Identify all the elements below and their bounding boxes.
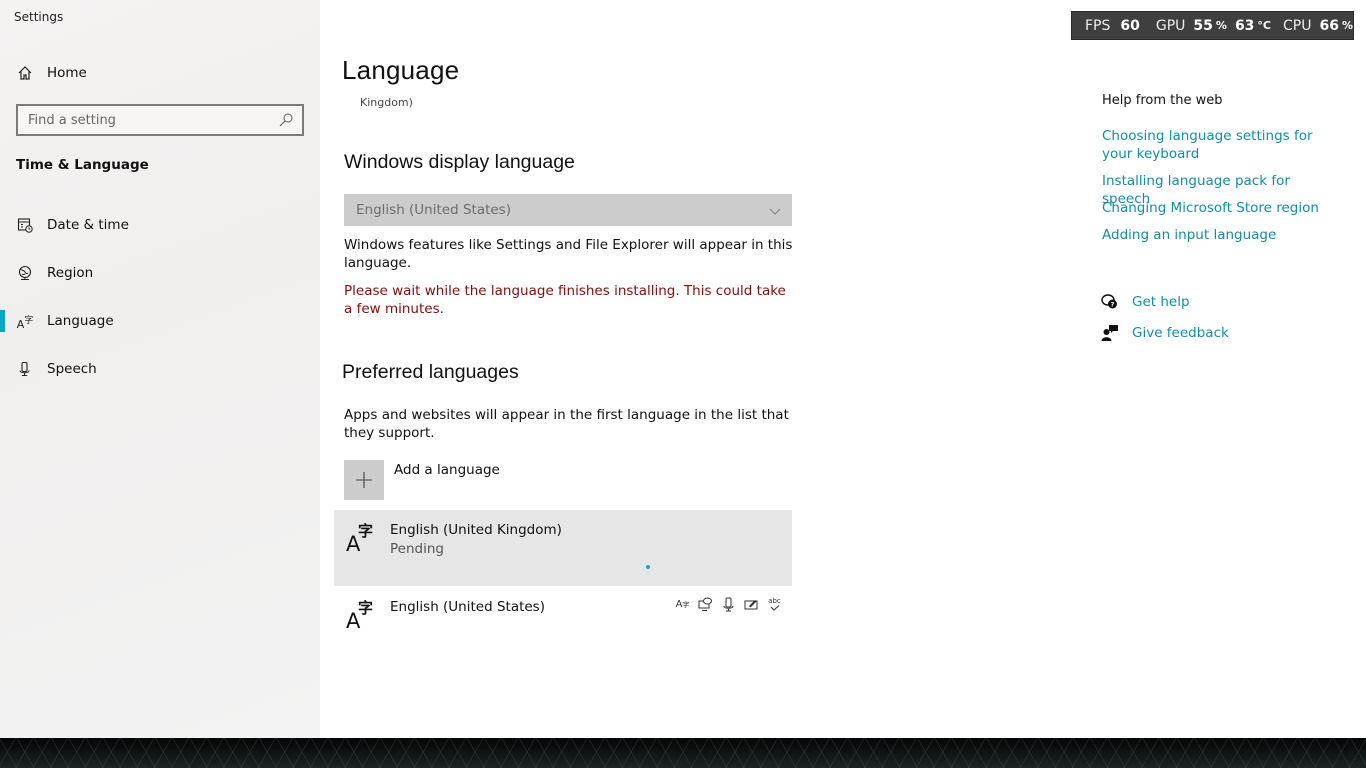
help-link-input-language[interactable]: Adding an input language bbox=[1102, 226, 1342, 244]
app-title: Settings bbox=[14, 10, 64, 24]
text-to-speech-icon bbox=[698, 597, 713, 612]
sidebar-item-home[interactable]: Home bbox=[0, 53, 320, 93]
search-input[interactable] bbox=[18, 106, 268, 134]
speech-recognition-icon bbox=[721, 597, 736, 612]
get-help-link[interactable]: ? Get help bbox=[1100, 291, 1190, 313]
add-language-label: Add a language bbox=[394, 462, 500, 478]
search-icon[interactable] bbox=[278, 112, 294, 128]
chevron-down-icon bbox=[768, 203, 782, 217]
give-feedback-label: Give feedback bbox=[1132, 325, 1229, 341]
language-item-en-gb[interactable]: A字 English (United Kingdom) Pending bbox=[334, 510, 792, 586]
main-content: Language Kingdom) Windows display langua… bbox=[320, 0, 1366, 738]
language-item-en-us[interactable]: A字 English (United States) A字 abc bbox=[334, 587, 792, 663]
taskbar bbox=[0, 738, 1366, 768]
sidebar-item-date-time[interactable]: Date & time bbox=[0, 205, 320, 245]
display-language-icon: A字 bbox=[675, 599, 690, 610]
help-link-keyboard[interactable]: Choosing language settings for your keyb… bbox=[1102, 127, 1342, 163]
give-feedback-link[interactable]: Give feedback bbox=[1100, 322, 1229, 344]
fps-value: 60 bbox=[1120, 17, 1140, 34]
dropdown-value: English (United States) bbox=[356, 202, 511, 218]
language-name: English (United Kingdom) bbox=[390, 522, 562, 538]
sidebar-item-region[interactable]: Region bbox=[0, 253, 320, 293]
language-icon: A字 bbox=[346, 599, 374, 633]
microphone-icon bbox=[16, 360, 34, 378]
add-language-button[interactable]: Add a language bbox=[344, 460, 764, 500]
gpu-label: GPU bbox=[1155, 17, 1186, 34]
page-subtitle: Kingdom) bbox=[360, 96, 413, 109]
install-warning: Please wait while the language finishes … bbox=[344, 283, 786, 317]
plus-icon bbox=[344, 460, 384, 500]
language-name: English (United States) bbox=[390, 599, 545, 615]
fps-label: FPS bbox=[1085, 17, 1111, 34]
sidebar-item-label: Date & time bbox=[47, 217, 129, 233]
spell-check-icon: abc bbox=[767, 597, 782, 612]
section-title: Time & Language bbox=[16, 157, 149, 173]
svg-text:?: ? bbox=[1111, 301, 1115, 309]
feedback-icon bbox=[1100, 323, 1120, 343]
language-features: A字 abc bbox=[675, 597, 782, 612]
search-box[interactable] bbox=[16, 104, 304, 136]
progress-indicator bbox=[646, 565, 650, 569]
language-icon: A字 bbox=[16, 315, 34, 331]
cpu-usage-value: 66 bbox=[1319, 17, 1339, 34]
display-language-heading: Windows display language bbox=[344, 151, 575, 173]
sidebar-item-label: Speech bbox=[47, 361, 97, 377]
performance-overlay: FPS 60 GPU 55 % 63 °C CPU 66 % bbox=[1071, 11, 1354, 40]
preferred-languages-heading: Preferred languages bbox=[342, 361, 519, 383]
cpu-label: CPU bbox=[1283, 17, 1312, 34]
sidebar-item-language[interactable]: A字 Language bbox=[0, 301, 320, 341]
sidebar-item-speech[interactable]: Speech bbox=[0, 349, 320, 389]
language-status: Pending bbox=[390, 541, 444, 557]
gpu-temp-value: 63 bbox=[1234, 17, 1255, 34]
gpu-usage-value: 55 bbox=[1193, 17, 1213, 34]
sidebar-item-label: Home bbox=[47, 65, 87, 81]
gpu-usage-unit: % bbox=[1215, 19, 1227, 32]
calendar-clock-icon bbox=[16, 216, 34, 234]
help-link-store-region[interactable]: Changing Microsoft Store region bbox=[1102, 199, 1342, 217]
sidebar-item-label: Region bbox=[47, 265, 94, 281]
help-from-web-title: Help from the web bbox=[1102, 93, 1223, 108]
handwriting-icon bbox=[744, 597, 759, 612]
language-icon: A字 bbox=[346, 522, 374, 556]
get-help-label: Get help bbox=[1132, 294, 1190, 310]
display-language-description: Windows features like Settings and File … bbox=[344, 237, 793, 271]
display-language-dropdown[interactable]: English (United States) bbox=[344, 194, 792, 226]
gpu-temp-unit: °C bbox=[1257, 19, 1271, 32]
preferred-languages-description: Apps and websites will appear in the fir… bbox=[344, 407, 789, 441]
sidebar: Settings Home Time & Language Date & tim… bbox=[0, 0, 320, 738]
chat-help-icon: ? bbox=[1100, 292, 1120, 312]
home-icon bbox=[16, 64, 34, 82]
globe-icon bbox=[16, 264, 34, 282]
page-title: Language bbox=[342, 55, 460, 85]
sidebar-item-label: Language bbox=[47, 313, 114, 329]
cpu-usage-unit: % bbox=[1341, 19, 1353, 32]
